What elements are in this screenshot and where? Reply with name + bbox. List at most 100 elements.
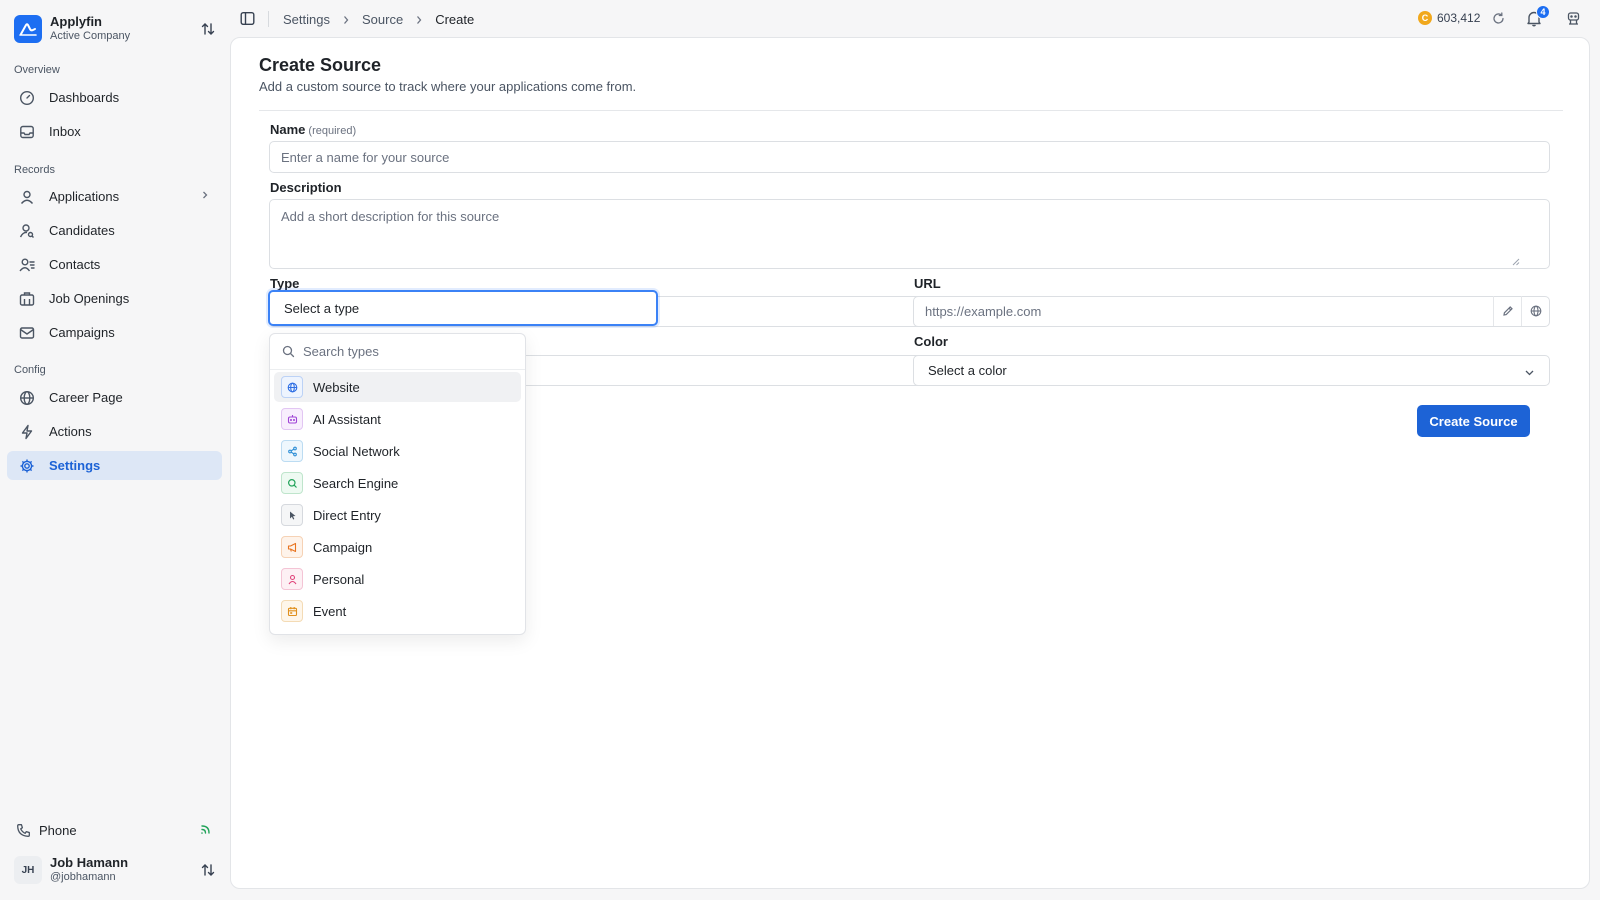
assistant-icon[interactable] bbox=[1566, 11, 1581, 26]
type-search bbox=[270, 334, 525, 370]
switch-arrows-icon[interactable] bbox=[198, 860, 218, 880]
sidebar-item-inbox[interactable]: Inbox bbox=[7, 117, 222, 146]
name-label: Name (required) bbox=[270, 122, 356, 137]
url-input[interactable] bbox=[913, 296, 1550, 327]
type-option-label: Direct Entry bbox=[313, 507, 381, 523]
inbox-icon bbox=[20, 125, 34, 138]
sidebar-item-dashboards[interactable]: Dashboards bbox=[7, 83, 222, 112]
search-icon bbox=[281, 472, 303, 494]
url-input-actions bbox=[1493, 296, 1549, 326]
sidebar-item-candidates[interactable]: Candidates bbox=[7, 216, 222, 245]
share-icon bbox=[281, 440, 303, 462]
sidebar-item-label: Contacts bbox=[49, 257, 101, 272]
user-switcher[interactable]: JH Job Hamann @jobhamann bbox=[14, 854, 218, 886]
company-switcher[interactable]: Applyfin Active Company bbox=[14, 14, 218, 44]
type-option-personal[interactable]: Personal bbox=[274, 564, 521, 594]
type-option-label: Campaign bbox=[313, 539, 373, 555]
chevron-right-icon bbox=[415, 15, 423, 25]
phone-item[interactable]: Phone bbox=[16, 820, 216, 840]
company-name: Applyfin bbox=[50, 14, 102, 29]
url-label: URL bbox=[914, 276, 941, 291]
sidebar-item-label: Applications bbox=[49, 189, 120, 204]
type-option-event[interactable]: Event bbox=[274, 596, 521, 626]
sidebar-item-contacts[interactable]: Contacts bbox=[7, 250, 222, 279]
resize-grip-icon[interactable] bbox=[1512, 258, 1520, 266]
credits-balance[interactable]: C 603,412 bbox=[1418, 11, 1480, 25]
phone-icon bbox=[17, 823, 30, 837]
type-option-label: Social Network bbox=[313, 443, 400, 459]
type-dropdown: Website AI Assistant Social Network Sear… bbox=[269, 333, 526, 635]
breadcrumb: Settings Source Create bbox=[283, 12, 474, 27]
megaphone-icon bbox=[281, 536, 303, 558]
type-option-label: Website bbox=[313, 379, 360, 395]
name-label-text: Name bbox=[270, 122, 306, 137]
sidebar-item-label: Actions bbox=[49, 424, 92, 439]
required-note: (required) bbox=[308, 125, 357, 137]
name-input[interactable] bbox=[269, 141, 1550, 173]
contacts-icon bbox=[19, 258, 35, 271]
breadcrumb-source[interactable]: Source bbox=[362, 12, 403, 27]
refresh-icon[interactable] bbox=[1492, 12, 1505, 25]
chevron-right-icon bbox=[203, 191, 208, 199]
sidebar-item-career-page[interactable]: Career Page bbox=[7, 383, 222, 412]
building-icon bbox=[19, 291, 35, 306]
company-subtitle: Active Company bbox=[50, 30, 131, 42]
sidebar-item-label: Job Openings bbox=[49, 291, 130, 306]
bot-icon bbox=[281, 408, 303, 430]
type-option-website[interactable]: Website bbox=[274, 372, 521, 402]
type-option-social-network[interactable]: Social Network bbox=[274, 436, 521, 466]
gear-icon bbox=[20, 459, 34, 472]
cursor-icon bbox=[281, 504, 303, 526]
coin-icon: C bbox=[1418, 11, 1432, 25]
sidebar-item-settings[interactable]: Settings bbox=[7, 451, 222, 480]
sidebar-item-applications[interactable]: Applications bbox=[7, 182, 222, 211]
description-textarea[interactable] bbox=[269, 199, 1550, 269]
type-option-campaign[interactable]: Campaign bbox=[274, 532, 521, 562]
search-icon bbox=[282, 345, 295, 358]
breadcrumb-settings[interactable]: Settings bbox=[283, 12, 330, 27]
chevron-down-icon bbox=[1525, 370, 1534, 376]
color-select-value: Select a color bbox=[928, 363, 1007, 378]
sidebar-item-label: Settings bbox=[49, 458, 101, 473]
type-option-label: Event bbox=[313, 603, 347, 619]
user-icon bbox=[20, 190, 34, 204]
user-handle: @jobhamann bbox=[50, 871, 116, 883]
bolt-icon bbox=[21, 424, 33, 439]
globe-icon[interactable] bbox=[1521, 296, 1549, 326]
user-search-icon bbox=[19, 223, 34, 238]
type-search-input[interactable] bbox=[303, 344, 503, 359]
create-source-button[interactable]: Create Source bbox=[1417, 405, 1530, 437]
notification-count-badge: 4 bbox=[1536, 5, 1550, 19]
phone-label: Phone bbox=[39, 822, 77, 838]
type-option-label: AI Assistant bbox=[313, 411, 381, 427]
breadcrumb-current: Create bbox=[435, 12, 475, 27]
color-label: Color bbox=[914, 334, 948, 349]
switch-arrows-icon[interactable] bbox=[198, 19, 218, 39]
sidebar-item-campaigns[interactable]: Campaigns bbox=[7, 318, 222, 347]
topbar: Settings Source Create C 603,412 4 bbox=[226, 0, 1600, 37]
calendar-icon bbox=[281, 600, 303, 622]
user-name: Job Hamann bbox=[50, 855, 129, 870]
group-label-config: Config bbox=[14, 364, 46, 376]
sidebar-item-label: Career Page bbox=[49, 390, 123, 405]
sidebar-item-label: Campaigns bbox=[49, 325, 115, 340]
edit-icon[interactable] bbox=[1493, 296, 1521, 326]
type-select-trigger[interactable]: Select a type bbox=[268, 290, 658, 326]
page-subtitle: Add a custom source to track where your … bbox=[259, 79, 637, 94]
type-option-direct-entry[interactable]: Direct Entry bbox=[274, 500, 521, 530]
sidebar-toggle-icon[interactable] bbox=[240, 11, 255, 26]
mail-icon bbox=[19, 326, 35, 339]
credits-amount: 603,412 bbox=[1437, 11, 1481, 25]
sidebar-item-actions[interactable]: Actions bbox=[7, 417, 222, 446]
sidebar-item-job-openings[interactable]: Job Openings bbox=[7, 284, 222, 313]
gauge-icon bbox=[19, 90, 35, 105]
group-label-overview: Overview bbox=[14, 64, 60, 76]
globe-icon bbox=[19, 390, 35, 405]
type-option-search-engine[interactable]: Search Engine bbox=[274, 468, 521, 498]
sidebar-item-label: Dashboards bbox=[49, 90, 120, 105]
type-option-ai-assistant[interactable]: AI Assistant bbox=[274, 404, 521, 434]
divider bbox=[259, 110, 1563, 111]
applyfin-logo-icon bbox=[14, 15, 42, 43]
color-select[interactable]: Select a color bbox=[913, 355, 1550, 386]
sidebar-item-label: Candidates bbox=[49, 223, 115, 238]
